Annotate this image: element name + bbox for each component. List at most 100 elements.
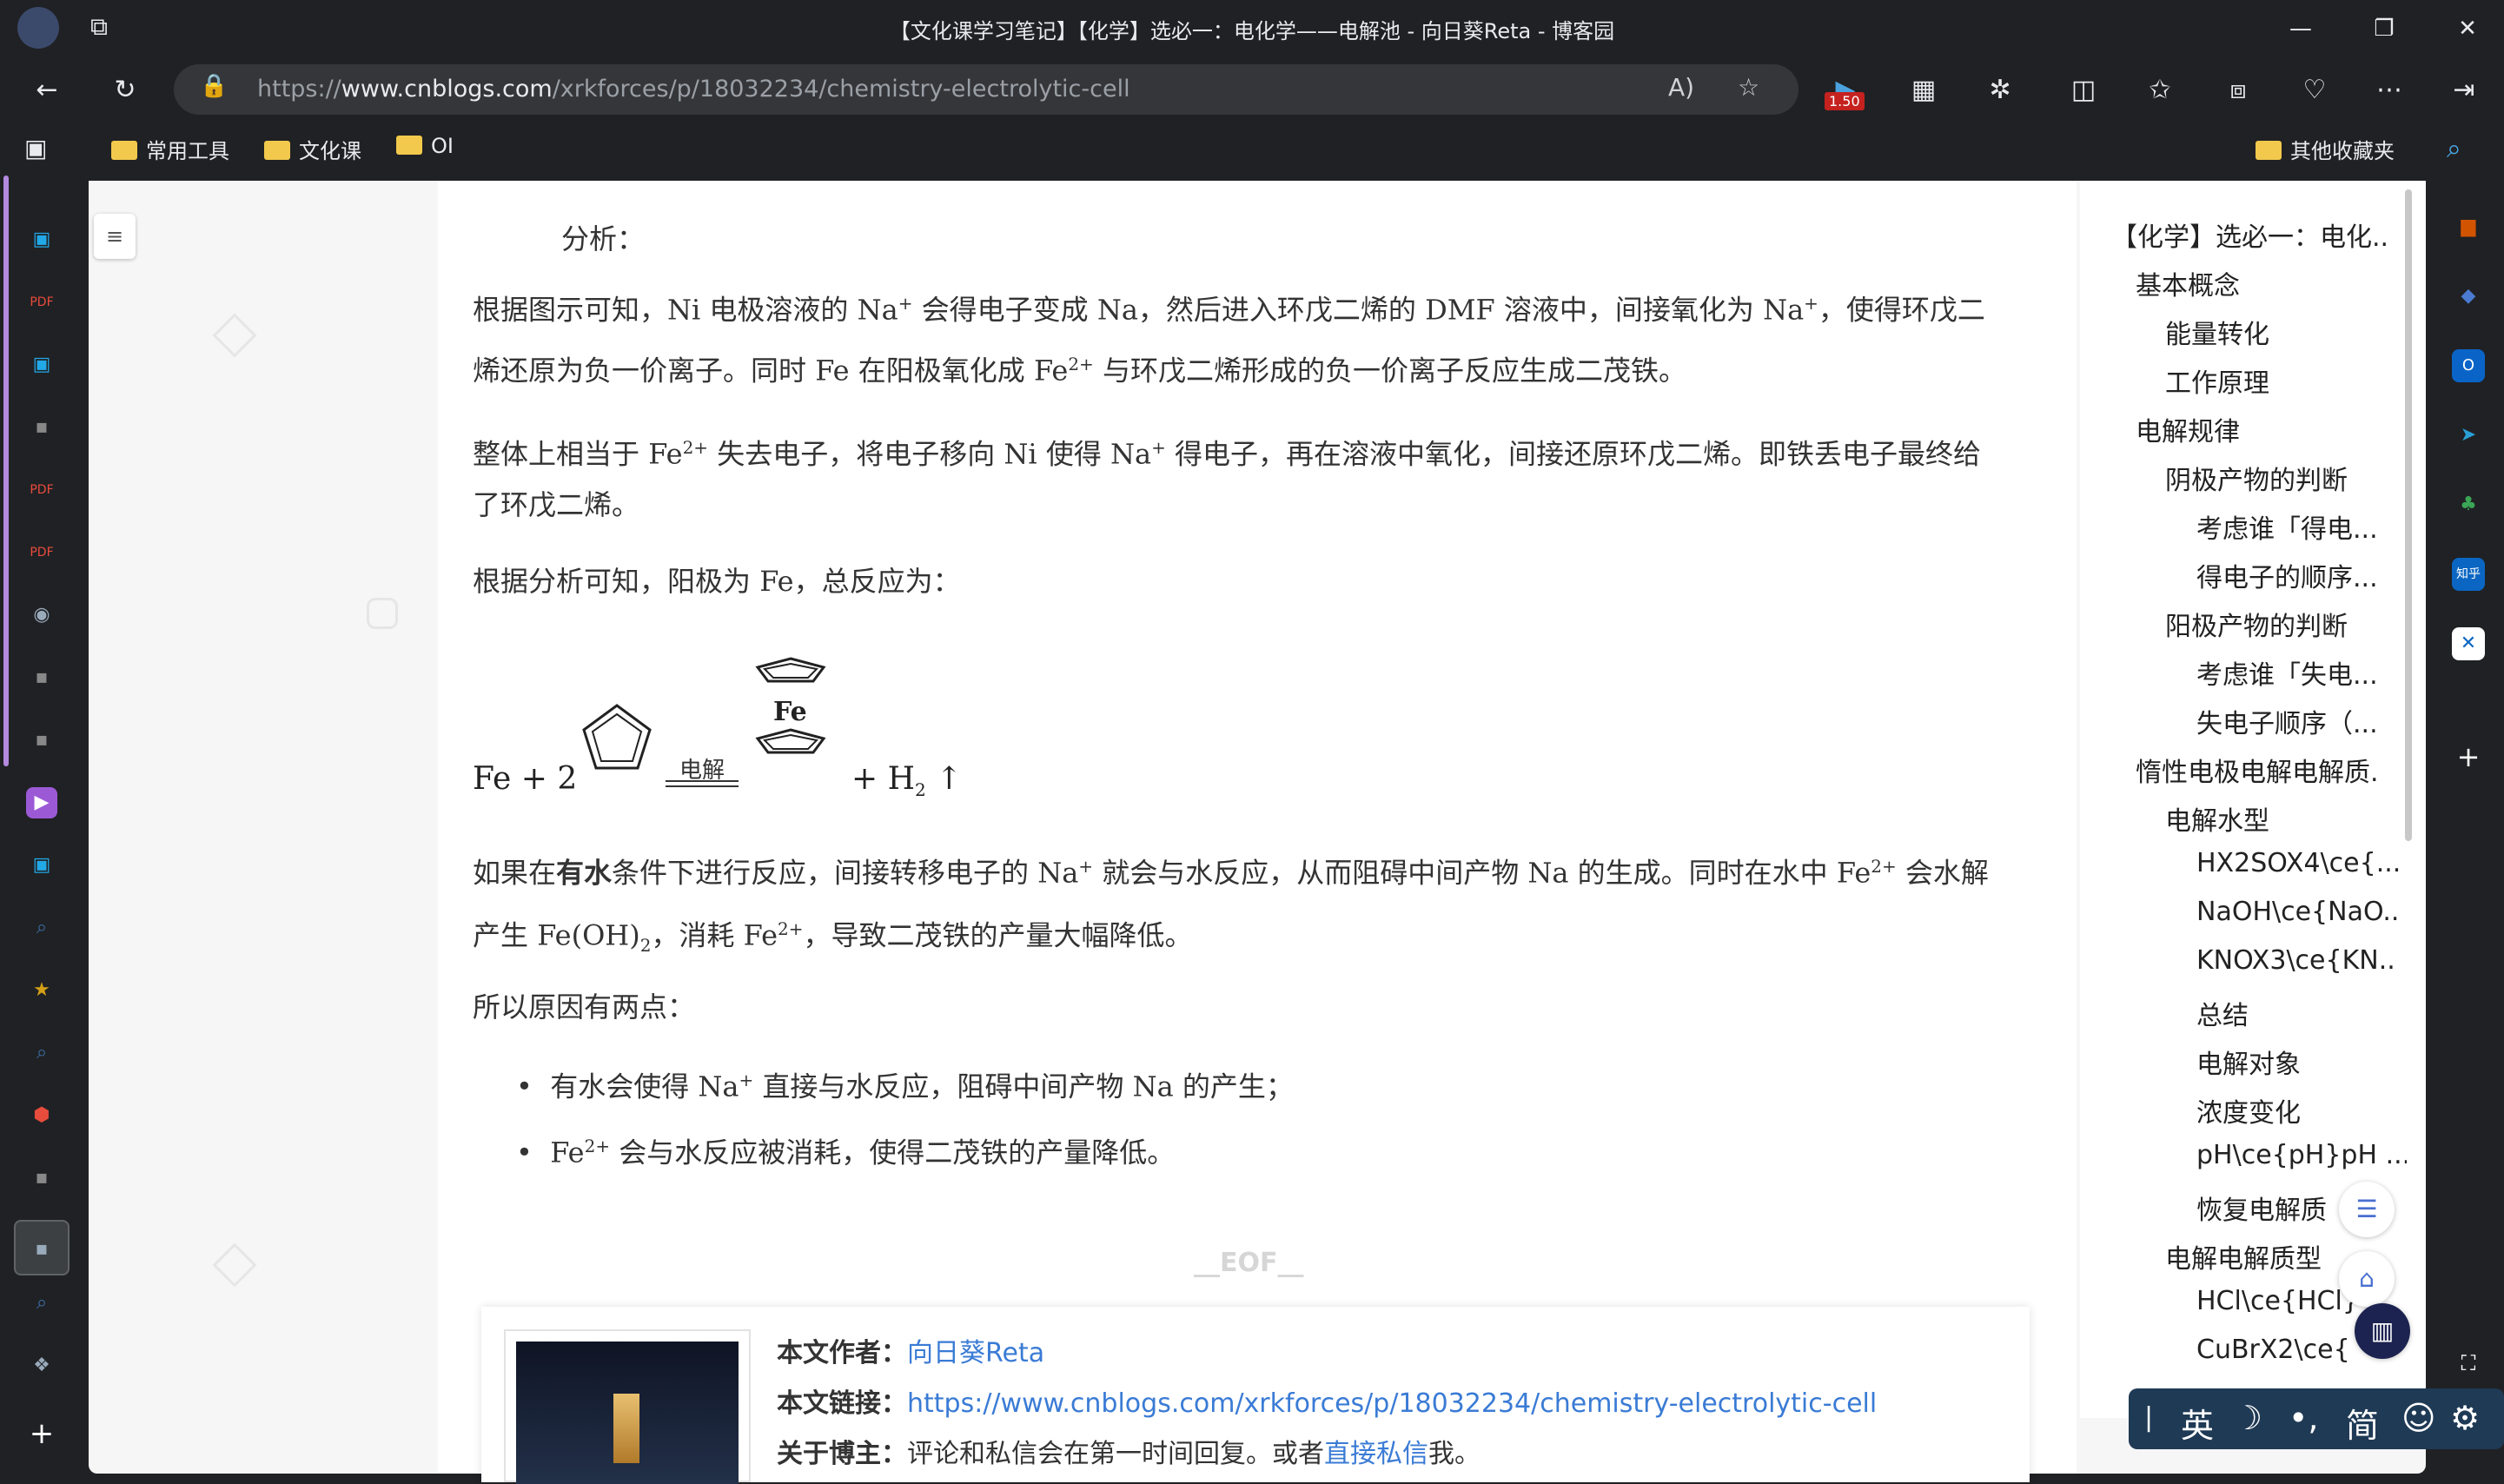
toc-item[interactable]: 考虑谁「得电... xyxy=(2196,507,2407,546)
emoji-icon[interactable]: ☺ xyxy=(2401,1399,2436,1437)
bookmark-folder-culture[interactable]: 文化课 xyxy=(264,134,361,164)
author-link[interactable]: 向日葵Reta xyxy=(907,1338,1044,1368)
toc-item[interactable]: 总结 xyxy=(2196,994,2407,1032)
toc-item[interactable]: 能量转化 xyxy=(2165,313,2407,351)
tools-icon[interactable]: ▆ xyxy=(2452,210,2485,243)
toc-item[interactable]: 阳极产物的判断 xyxy=(2165,605,2407,643)
folder-icon xyxy=(264,141,290,160)
toc-item[interactable]: 电解水型 xyxy=(2165,799,2407,838)
toc-item[interactable]: 工作原理 xyxy=(2165,361,2407,400)
add-app-icon[interactable]: + xyxy=(2452,740,2485,773)
tab-favicon-video[interactable]: ▶ xyxy=(26,787,57,818)
toc-item[interactable]: 基本概念 xyxy=(2136,264,2407,302)
tab-favicon-search[interactable]: ⌕ xyxy=(26,1037,57,1069)
favorite-star-icon[interactable]: ☆ xyxy=(1738,73,1759,102)
toc-item[interactable]: 电解对象 xyxy=(2196,1043,2407,1081)
tab-favicon-search[interactable]: ⌕ xyxy=(26,912,57,944)
web-page: ≡ 分析： xyxy=(89,181,2426,1474)
zhihu-icon[interactable]: 知乎 xyxy=(2452,558,2485,591)
background-decoration xyxy=(367,598,398,629)
tab-favicon-pdf[interactable]: PDF xyxy=(26,537,57,568)
minimize-button[interactable]: — xyxy=(2275,9,2327,49)
bookmark-folder-oi[interactable]: OI xyxy=(396,134,454,158)
tab-favicon-app[interactable]: ❖ xyxy=(26,1350,57,1381)
toc-item[interactable]: 得电子的顺序... xyxy=(2196,556,2407,594)
tab-actions-icon[interactable]: ▣ xyxy=(24,134,47,162)
refresh-icon[interactable]: ↻ xyxy=(104,70,146,111)
send-icon[interactable]: ➤ xyxy=(2452,419,2485,452)
collections-icon[interactable]: ⧈ xyxy=(2217,70,2259,111)
screenshot-icon[interactable]: ⛶ xyxy=(2452,1347,2485,1380)
tab-favicon-cnblogs[interactable]: ▪ xyxy=(26,725,57,756)
toc-item[interactable]: 考虑谁「失电... xyxy=(2196,653,2407,692)
toc-item[interactable]: KNOX3\ce{KN.. xyxy=(2196,945,2407,976)
tab-favicon-pdf[interactable]: PDF xyxy=(26,474,57,506)
split-screen-icon[interactable]: ◫ xyxy=(2063,70,2104,111)
toc-item[interactable]: 惰性电极电解电解质. xyxy=(2136,751,2407,789)
input-method-bar[interactable]: | 英 ☽ •, 简 ☺ ⚙ xyxy=(2129,1388,2504,1449)
sidebar-menu-button[interactable]: ≡ xyxy=(94,214,136,259)
address-bar[interactable]: 🔒 https://www.cnblogs.com/xrkforces/p/18… xyxy=(174,64,1799,115)
punctuation-icon[interactable]: •, xyxy=(2289,1399,2319,1437)
vertical-tabs-bar: ▣ PDF ▣ ▪ PDF PDF ◉ ▪ ▪ ▶ ▣ ⌕ ★ ⌕ ⬢ ▪ ▪ … xyxy=(0,176,83,1482)
home-button[interactable]: ⌂ xyxy=(2339,1251,2395,1307)
copilot-icon[interactable]: ◆ xyxy=(2452,280,2485,313)
search-icon[interactable]: ⌕ xyxy=(2447,134,2461,164)
private-message-link[interactable]: 直接私信 xyxy=(1324,1439,1428,1469)
author-avatar-image xyxy=(516,1342,739,1484)
url-text[interactable]: https://www.cnblogs.com/xrkforces/p/1803… xyxy=(257,76,1130,103)
title-bar: ⧉ 【文化课学习笔记】【化学】选必一：电化学——电解池 - 向日葵Reta - … xyxy=(0,0,2504,57)
qr-code-icon[interactable]: ▦ xyxy=(1903,70,1944,111)
toc-item[interactable]: pH\ce{pH}pH ... xyxy=(2196,1140,2407,1170)
performance-icon[interactable]: ♡ xyxy=(2294,70,2335,111)
speed-badge: 1.50 xyxy=(1825,92,1865,110)
toc-item[interactable]: 阴极产物的判断 xyxy=(2165,459,2407,497)
tree-icon[interactable]: ♣ xyxy=(2452,488,2485,521)
toc-item[interactable]: 浓度变化 xyxy=(2196,1091,2407,1130)
ime-script-mode[interactable]: 简 xyxy=(2346,1399,2379,1447)
app-icon[interactable]: ✕ xyxy=(2452,627,2485,660)
toc-toggle-button[interactable]: ☰ xyxy=(2339,1182,2395,1237)
sidebar-toggle-icon[interactable]: ⇥ xyxy=(2443,70,2485,111)
tab-favicon-cnblogs[interactable]: ▪ xyxy=(26,412,57,443)
lock-icon: 🔒 xyxy=(200,73,229,99)
favorites-icon[interactable]: ✩ xyxy=(2139,70,2181,111)
tab-favicon-app[interactable]: ◉ xyxy=(26,600,57,631)
tab-favicon-bilibili[interactable]: ▣ xyxy=(26,349,57,381)
reader-button[interactable]: ▥ xyxy=(2355,1303,2410,1359)
tab-favicon-bilibili[interactable]: ▣ xyxy=(26,224,57,255)
window-title: 【文化课学习笔记】【化学】选必一：电化学——电解池 - 向日葵Reta - 博客… xyxy=(889,19,1615,43)
toc-item[interactable]: 失电子顺序（... xyxy=(2196,702,2407,740)
bookmark-folder-tools[interactable]: 常用工具 xyxy=(111,134,229,164)
read-aloud-icon[interactable]: A) xyxy=(1668,73,1694,102)
more-menu-icon[interactable]: ⋯ xyxy=(2368,70,2410,111)
about-row: 关于博主：评论和私信会在第一时间回复。或者直接私信我。 xyxy=(777,1439,1481,1469)
back-icon[interactable]: ← xyxy=(26,70,68,111)
tab-favicon-search[interactable]: ⌕ xyxy=(26,1288,57,1319)
extensions-icon[interactable]: ✲ xyxy=(1979,70,2021,111)
tab-favicon-bilibili[interactable]: ▣ xyxy=(26,850,57,881)
toc-item[interactable]: 电解规律 xyxy=(2136,410,2407,448)
outlook-icon[interactable]: O xyxy=(2452,349,2485,382)
bookmark-folder-other[interactable]: 其他收藏夹 xyxy=(2256,134,2395,164)
bookmarks-bar: ▣ 常用工具 文化课 OI 其他收藏夹 ⌕ xyxy=(0,122,2504,176)
author-row: 本文作者：向日葵Reta xyxy=(777,1338,1045,1368)
ime-handle[interactable]: | xyxy=(2144,1402,2153,1433)
tab-favicon-cnblogs-active[interactable]: ▪ xyxy=(14,1220,70,1275)
tab-favicon-pdf[interactable]: PDF xyxy=(26,287,57,318)
toc-item[interactable]: HX2SOX4\ce{... xyxy=(2196,848,2407,878)
moon-icon[interactable]: ☽ xyxy=(2233,1399,2262,1437)
maximize-button[interactable]: ❐ xyxy=(2358,9,2410,49)
new-tab-icon[interactable]: + xyxy=(26,1418,57,1449)
tab-favicon-red[interactable]: ⬢ xyxy=(26,1100,57,1131)
article-body: 分析： xyxy=(438,181,2077,1474)
tab-favicon-cnblogs[interactable]: ▪ xyxy=(26,1163,57,1194)
ime-settings-icon[interactable]: ⚙ xyxy=(2450,1399,2480,1437)
tab-favicon-cnblogs[interactable]: ▪ xyxy=(26,662,57,693)
tab-favicon-star[interactable]: ★ xyxy=(26,975,57,1006)
toc-item[interactable]: NaOH\ce{NaO.. xyxy=(2196,897,2407,927)
article-permalink[interactable]: https://www.cnblogs.com/xrkforces/p/1803… xyxy=(907,1388,1877,1419)
toc-item[interactable]: 【化学】选必一：电化.. xyxy=(2111,215,2407,254)
close-button[interactable]: ✕ xyxy=(2441,9,2494,49)
ime-language[interactable]: 英 xyxy=(2181,1399,2214,1447)
